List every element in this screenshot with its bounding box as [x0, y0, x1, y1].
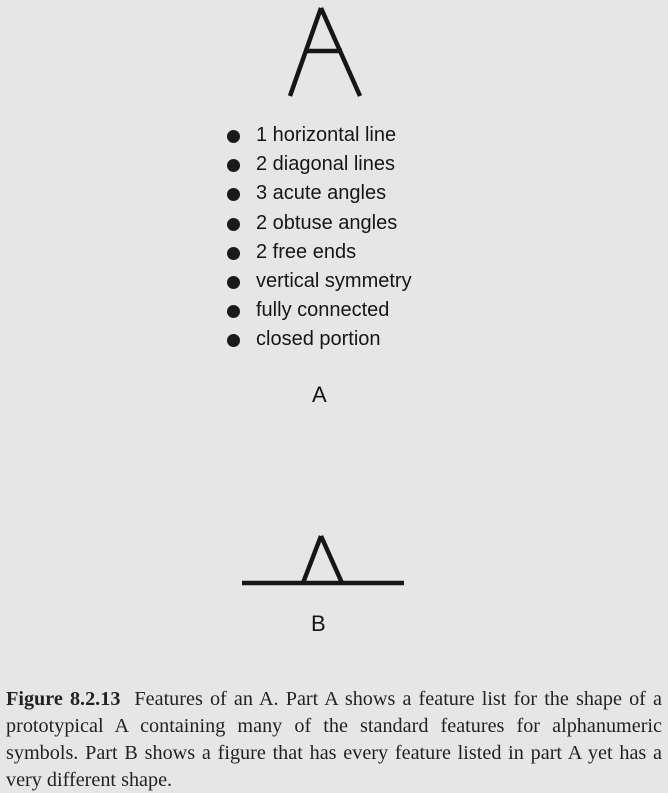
feature-label: closed portion	[256, 328, 381, 351]
figure-page: 1 horizontal line 2 diagonal lines 3 acu…	[0, 0, 668, 791]
feature-item: closed portion	[222, 325, 412, 354]
bullet-icon	[227, 188, 240, 202]
feature-label: fully connected	[256, 299, 390, 322]
bullet-icon	[227, 217, 240, 231]
feature-label: 1 horizontal line	[256, 124, 397, 146]
feature-item: 2 free ends	[222, 238, 412, 267]
feature-item: 2 diagonal lines	[222, 150, 412, 179]
bullet-icon	[227, 246, 240, 260]
prototypical-letter-a	[287, 7, 363, 97]
bullet-icon	[227, 159, 240, 173]
caption-label: Figure 8.2.13	[6, 688, 121, 711]
feature-item: vertical symmetry	[222, 267, 412, 296]
bullet-icon	[227, 130, 240, 143]
figure-caption: Figure 8.2.13 Features of an A. Part A sh…	[6, 686, 662, 793]
feature-label: vertical symmetry	[256, 269, 412, 292]
bullet-icon	[227, 275, 240, 289]
feature-item: fully connected	[222, 296, 412, 325]
bullet-icon	[227, 334, 240, 348]
part-b-label: B	[311, 611, 326, 636]
feature-list: 1 horizontal line 2 diagonal lines 3 acu…	[222, 121, 412, 355]
feature-item: 3 acute angles	[222, 179, 412, 208]
feature-label: 2 free ends	[256, 240, 357, 263]
feature-item: 1 horizontal line	[222, 121, 412, 150]
feature-label: 3 acute angles	[256, 182, 387, 205]
bullet-icon	[227, 305, 240, 319]
distorted-letter-a-figure	[242, 535, 404, 586]
feature-label: 2 obtuse angles	[256, 211, 398, 234]
feature-item: 2 obtuse angles	[222, 209, 412, 238]
part-a-label: A	[312, 382, 327, 407]
feature-label: 2 diagonal lines	[256, 153, 395, 176]
